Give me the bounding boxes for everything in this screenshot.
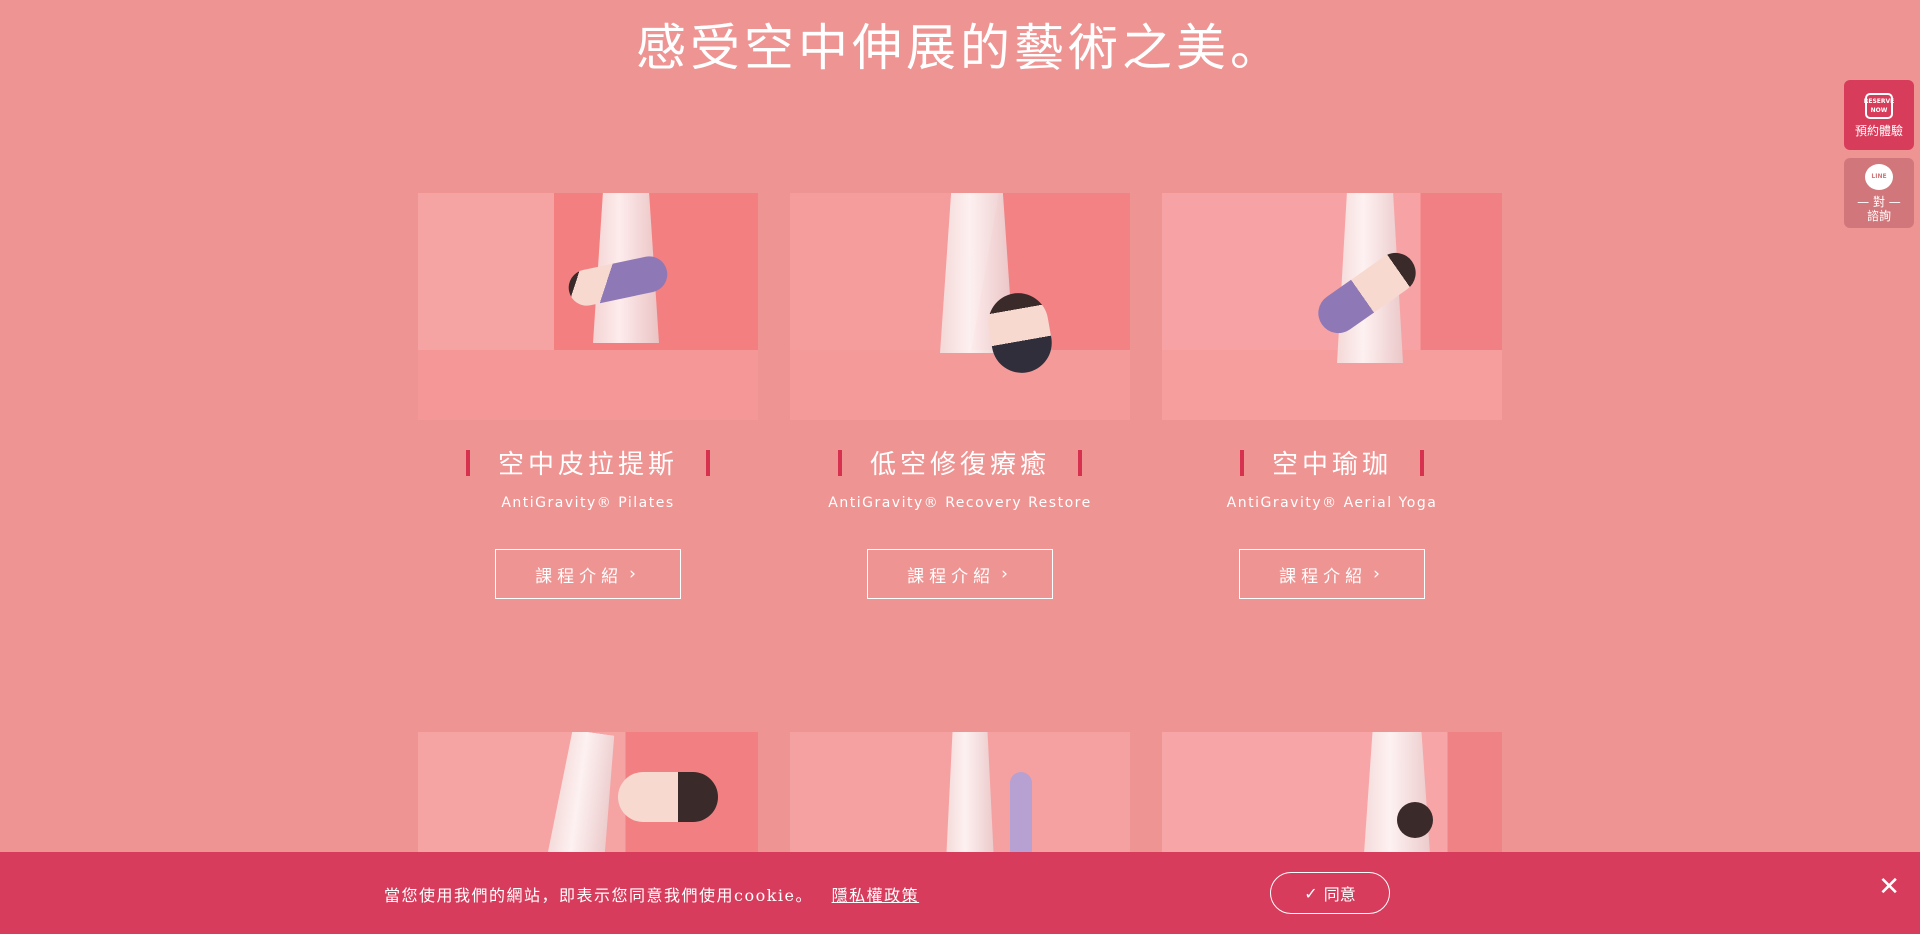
course-subtitle: AntiGravity® Pilates — [501, 495, 675, 511]
course-subtitle: AntiGravity® Recovery Restore — [828, 495, 1092, 511]
course-card: 空中皮拉提斯 AntiGravity® Pilates 課程介紹 › — [418, 193, 758, 599]
reserve-now-button[interactable]: RESERVE NOW 預約體驗 — [1844, 80, 1914, 150]
course-title: 空中皮拉提斯 — [465, 444, 710, 481]
line-consult-button[interactable]: LINE — 對 — 諮詢 — [1844, 158, 1914, 228]
title-bar-right — [1420, 449, 1424, 476]
title-bar-left — [1239, 449, 1244, 476]
course-title: 空中瑜珈 — [1239, 444, 1424, 481]
course-photo[interactable] — [790, 193, 1130, 420]
title-bar-left — [465, 449, 470, 476]
cookie-message: 當您使用我們的網站，即表示您同意我們使用cookie。 隱私權政策 — [384, 886, 920, 905]
chevron-right-icon: › — [1373, 564, 1385, 584]
course-intro-button[interactable]: 課程介紹 › — [867, 549, 1053, 599]
privacy-policy-link[interactable]: 隱私權政策 — [832, 886, 920, 905]
line-chat-icon: LINE — [1865, 163, 1893, 190]
title-bar-right — [706, 449, 710, 476]
course-intro-button[interactable]: 課程介紹 › — [495, 549, 681, 599]
title-bar-left — [837, 449, 842, 476]
check-icon: ✓ — [1304, 883, 1318, 903]
course-grid: 空中皮拉提斯 AntiGravity® Pilates 課程介紹 › 低空修復療… — [418, 193, 1502, 934]
course-intro-button[interactable]: 課程介紹 › — [1239, 549, 1425, 599]
course-card: 低空修復療癒 AntiGravity® Recovery Restore 課程介… — [790, 193, 1130, 599]
calendar-icon: RESERVE NOW — [1864, 92, 1894, 119]
cookie-banner: 當您使用我們的網站，即表示您同意我們使用cookie。 隱私權政策 ✓ 同意 ✕ — [0, 852, 1920, 934]
page-headline: 感受空中伸展的藝術之美。 — [636, 19, 1284, 77]
title-bar-right — [1078, 449, 1082, 476]
course-card: 空中瑜珈 AntiGravity® Aerial Yoga 課程介紹 › — [1162, 193, 1502, 599]
agree-button[interactable]: ✓ 同意 — [1270, 872, 1390, 914]
course-title: 低空修復療癒 — [837, 444, 1082, 481]
course-photo[interactable] — [418, 193, 758, 420]
close-icon[interactable]: ✕ — [1878, 874, 1900, 900]
chevron-right-icon: › — [1001, 564, 1013, 584]
course-photo[interactable] — [1162, 193, 1502, 420]
course-subtitle: AntiGravity® Aerial Yoga — [1226, 495, 1438, 511]
chevron-right-icon: › — [629, 564, 641, 584]
